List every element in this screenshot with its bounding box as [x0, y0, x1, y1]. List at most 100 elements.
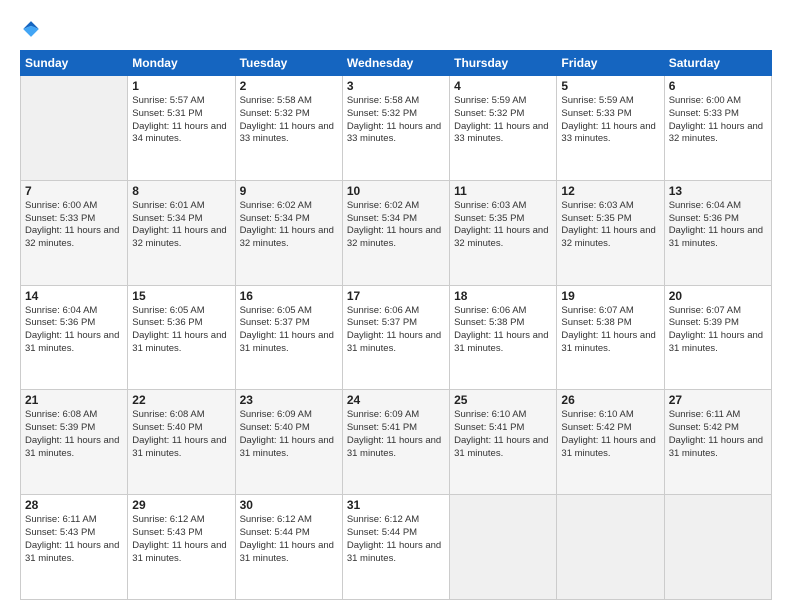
- calendar-body: 1 Sunrise: 5:57 AM Sunset: 5:31 PM Daylig…: [21, 76, 772, 600]
- day-number: 24: [347, 393, 445, 407]
- day-cell: 25 Sunrise: 6:10 AM Sunset: 5:41 PM Dayli…: [450, 390, 557, 495]
- weekday-thursday: Thursday: [450, 51, 557, 76]
- day-info: Sunrise: 6:12 AM Sunset: 5:44 PM Dayligh…: [240, 514, 338, 565]
- day-number: 27: [669, 393, 767, 407]
- day-info: Sunrise: 6:06 AM Sunset: 5:37 PM Dayligh…: [347, 305, 445, 356]
- day-number: 7: [25, 184, 123, 198]
- day-number: 9: [240, 184, 338, 198]
- day-cell: 4 Sunrise: 5:59 AM Sunset: 5:32 PM Daylig…: [450, 76, 557, 181]
- day-number: 3: [347, 79, 445, 93]
- day-info: Sunrise: 6:09 AM Sunset: 5:40 PM Dayligh…: [240, 409, 338, 460]
- day-cell: 10 Sunrise: 6:02 AM Sunset: 5:34 PM Dayli…: [342, 180, 449, 285]
- day-number: 16: [240, 289, 338, 303]
- day-info: Sunrise: 6:03 AM Sunset: 5:35 PM Dayligh…: [561, 200, 659, 251]
- day-info: Sunrise: 6:04 AM Sunset: 5:36 PM Dayligh…: [669, 200, 767, 251]
- day-cell: 9 Sunrise: 6:02 AM Sunset: 5:34 PM Daylig…: [235, 180, 342, 285]
- day-number: 1: [132, 79, 230, 93]
- day-cell: 19 Sunrise: 6:07 AM Sunset: 5:38 PM Dayli…: [557, 285, 664, 390]
- day-number: 2: [240, 79, 338, 93]
- day-cell: 11Sunrise: 6:03 AM Sunset: 5:35 PM Dayli…: [450, 180, 557, 285]
- day-cell: 30Sunrise: 6:12 AM Sunset: 5:44 PM Dayli…: [235, 495, 342, 600]
- day-info: Sunrise: 6:02 AM Sunset: 5:34 PM Dayligh…: [240, 200, 338, 251]
- day-number: 31: [347, 498, 445, 512]
- day-info: Sunrise: 6:07 AM Sunset: 5:38 PM Dayligh…: [561, 305, 659, 356]
- day-cell: 12Sunrise: 6:03 AM Sunset: 5:35 PM Dayli…: [557, 180, 664, 285]
- week-row-0: 1 Sunrise: 5:57 AM Sunset: 5:31 PM Daylig…: [21, 76, 772, 181]
- day-cell: 14Sunrise: 6:04 AM Sunset: 5:36 PM Dayli…: [21, 285, 128, 390]
- weekday-monday: Monday: [128, 51, 235, 76]
- week-row-3: 21 Sunrise: 6:08 AM Sunset: 5:39 PM Dayli…: [21, 390, 772, 495]
- day-info: Sunrise: 6:12 AM Sunset: 5:43 PM Dayligh…: [132, 514, 230, 565]
- day-cell: 3Sunrise: 5:58 AM Sunset: 5:32 PM Daylig…: [342, 76, 449, 181]
- day-number: 23: [240, 393, 338, 407]
- day-cell: 7 Sunrise: 6:00 AM Sunset: 5:33 PM Daylig…: [21, 180, 128, 285]
- day-cell: 2 Sunrise: 5:58 AM Sunset: 5:32 PM Daylig…: [235, 76, 342, 181]
- calendar-table: SundayMondayTuesdayWednesdayThursdayFrid…: [20, 50, 772, 600]
- day-number: 29: [132, 498, 230, 512]
- day-number: 8: [132, 184, 230, 198]
- day-info: Sunrise: 5:59 AM Sunset: 5:32 PM Dayligh…: [454, 95, 552, 146]
- day-cell: [664, 495, 771, 600]
- day-number: 28: [25, 498, 123, 512]
- day-info: Sunrise: 5:58 AM Sunset: 5:32 PM Dayligh…: [240, 95, 338, 146]
- day-cell: 24 Sunrise: 6:09 AM Sunset: 5:41 PM Dayli…: [342, 390, 449, 495]
- day-number: 26: [561, 393, 659, 407]
- header: [20, 18, 772, 40]
- day-cell: 21 Sunrise: 6:08 AM Sunset: 5:39 PM Dayli…: [21, 390, 128, 495]
- day-cell: 8 Sunrise: 6:01 AM Sunset: 5:34 PM Daylig…: [128, 180, 235, 285]
- week-row-4: 28 Sunrise: 6:11 AM Sunset: 5:43 PM Dayli…: [21, 495, 772, 600]
- day-cell: 23 Sunrise: 6:09 AM Sunset: 5:40 PM Dayli…: [235, 390, 342, 495]
- day-info: Sunrise: 6:12 AM Sunset: 5:44 PM Dayligh…: [347, 514, 445, 565]
- day-cell: [557, 495, 664, 600]
- day-info: Sunrise: 6:00 AM Sunset: 5:33 PM Dayligh…: [25, 200, 123, 251]
- day-info: Sunrise: 6:05 AM Sunset: 5:36 PM Dayligh…: [132, 305, 230, 356]
- weekday-saturday: Saturday: [664, 51, 771, 76]
- day-info: Sunrise: 6:08 AM Sunset: 5:39 PM Dayligh…: [25, 409, 123, 460]
- day-number: 25: [454, 393, 552, 407]
- day-cell: 27Sunrise: 6:11 AM Sunset: 5:42 PM Dayli…: [664, 390, 771, 495]
- day-number: 15: [132, 289, 230, 303]
- day-info: Sunrise: 6:02 AM Sunset: 5:34 PM Dayligh…: [347, 200, 445, 251]
- day-cell: 13 Sunrise: 6:04 AM Sunset: 5:36 PM Dayli…: [664, 180, 771, 285]
- day-cell: 29 Sunrise: 6:12 AM Sunset: 5:43 PM Dayli…: [128, 495, 235, 600]
- page: SundayMondayTuesdayWednesdayThursdayFrid…: [0, 0, 792, 612]
- day-number: 19: [561, 289, 659, 303]
- weekday-sunday: Sunday: [21, 51, 128, 76]
- day-info: Sunrise: 6:11 AM Sunset: 5:43 PM Dayligh…: [25, 514, 123, 565]
- day-number: 21: [25, 393, 123, 407]
- day-info: Sunrise: 6:05 AM Sunset: 5:37 PM Dayligh…: [240, 305, 338, 356]
- weekday-wednesday: Wednesday: [342, 51, 449, 76]
- day-info: Sunrise: 6:08 AM Sunset: 5:40 PM Dayligh…: [132, 409, 230, 460]
- day-cell: 22Sunrise: 6:08 AM Sunset: 5:40 PM Dayli…: [128, 390, 235, 495]
- day-cell: 26Sunrise: 6:10 AM Sunset: 5:42 PM Dayli…: [557, 390, 664, 495]
- day-info: Sunrise: 6:01 AM Sunset: 5:34 PM Dayligh…: [132, 200, 230, 251]
- day-info: Sunrise: 6:04 AM Sunset: 5:36 PM Dayligh…: [25, 305, 123, 356]
- day-info: Sunrise: 6:10 AM Sunset: 5:41 PM Dayligh…: [454, 409, 552, 460]
- day-info: Sunrise: 6:07 AM Sunset: 5:39 PM Dayligh…: [669, 305, 767, 356]
- day-number: 6: [669, 79, 767, 93]
- weekday-friday: Friday: [557, 51, 664, 76]
- day-number: 17: [347, 289, 445, 303]
- day-info: Sunrise: 6:09 AM Sunset: 5:41 PM Dayligh…: [347, 409, 445, 460]
- day-number: 11: [454, 184, 552, 198]
- day-info: Sunrise: 5:57 AM Sunset: 5:31 PM Dayligh…: [132, 95, 230, 146]
- day-number: 10: [347, 184, 445, 198]
- day-cell: 6 Sunrise: 6:00 AM Sunset: 5:33 PM Daylig…: [664, 76, 771, 181]
- weekday-tuesday: Tuesday: [235, 51, 342, 76]
- day-cell: 16 Sunrise: 6:05 AM Sunset: 5:37 PM Dayli…: [235, 285, 342, 390]
- day-cell: 18Sunrise: 6:06 AM Sunset: 5:38 PM Dayli…: [450, 285, 557, 390]
- day-number: 4: [454, 79, 552, 93]
- day-info: Sunrise: 6:06 AM Sunset: 5:38 PM Dayligh…: [454, 305, 552, 356]
- day-cell: 20 Sunrise: 6:07 AM Sunset: 5:39 PM Dayli…: [664, 285, 771, 390]
- day-info: Sunrise: 6:00 AM Sunset: 5:33 PM Dayligh…: [669, 95, 767, 146]
- day-cell: 17 Sunrise: 6:06 AM Sunset: 5:37 PM Dayli…: [342, 285, 449, 390]
- day-number: 13: [669, 184, 767, 198]
- logo-icon: [20, 18, 42, 40]
- day-cell: [450, 495, 557, 600]
- day-info: Sunrise: 5:59 AM Sunset: 5:33 PM Dayligh…: [561, 95, 659, 146]
- day-number: 20: [669, 289, 767, 303]
- week-row-1: 7 Sunrise: 6:00 AM Sunset: 5:33 PM Daylig…: [21, 180, 772, 285]
- day-cell: [21, 76, 128, 181]
- week-row-2: 14Sunrise: 6:04 AM Sunset: 5:36 PM Dayli…: [21, 285, 772, 390]
- day-cell: 15 Sunrise: 6:05 AM Sunset: 5:36 PM Dayli…: [128, 285, 235, 390]
